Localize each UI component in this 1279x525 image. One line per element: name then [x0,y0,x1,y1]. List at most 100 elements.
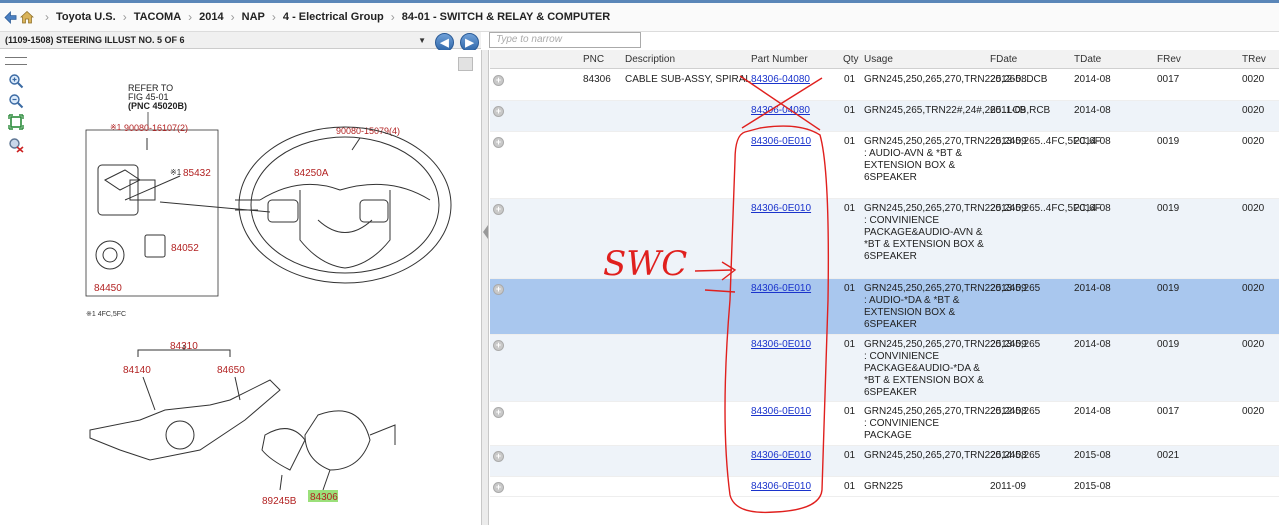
panel-splitter[interactable] [481,50,489,525]
cell-fdate: 2011-09 [990,481,1026,492]
part-number-link[interactable]: 84306-0E010 [751,203,811,215]
breadcrumb: › Toyota U.S. › TACOMA › 2014 › NAP › 4 - Electri… [38,10,610,24]
cell-tdate: 2014-08 [1074,74,1111,85]
breadcrumb-item[interactable]: › NAP [224,10,265,24]
cell-trev: 0020 [1242,339,1265,350]
col-description[interactable]: Description [625,54,675,65]
cell-tdate: 2014-08 [1074,283,1111,294]
expand-row-icon[interactable]: + [493,482,504,493]
cell-fdate: 2013-09 [990,339,1027,350]
col-usage[interactable]: Usage [864,54,893,65]
breadcrumb-item[interactable]: › 84-01 - SWITCH & RELAY & COMPUTER [384,10,610,24]
part-number-link[interactable]: 84306-0E010 [751,481,811,493]
cell-qty: 01 [844,74,856,85]
col-trev[interactable]: TRev [1242,54,1266,65]
table-row[interactable]: +84306 CABLE SUB-ASSY, SPIRAL 84306-04080 0… [490,70,1279,101]
part-label-84650[interactable]: 84650 [217,365,245,376]
cell-description: CABLE SUB-ASSY, SPIRAL [625,74,751,85]
cell-frev: 0019 [1157,339,1180,350]
part-number-link[interactable]: 84306-0E010 [751,450,811,462]
table-row[interactable]: +84306-0E010 01 GRN225 2011-09 2015-08 [490,477,1279,497]
cell-fdate: 2013-09 [990,283,1027,294]
expand-row-icon[interactable]: + [493,204,504,215]
cell-frev: 0017 [1157,74,1180,85]
expand-row-icon[interactable]: + [493,75,504,86]
cell-trev: 0020 [1242,203,1265,214]
parts-table: PNC Description Part Number Qty Usage FD… [490,50,1279,525]
cell-trev: 0020 [1242,74,1265,85]
cell-usage: GRN245,250,265,270,TRN225,245,265 : CONV… [864,406,1041,441]
cell-usage: GRN245,250,265,270,TRN225,245,265 : AUDI… [864,283,1041,330]
cell-trev: 0020 [1242,105,1265,116]
part-label-84450[interactable]: 84450 [94,283,122,294]
col-part-number[interactable]: Part Number [751,54,808,65]
chevron-right-icon: › [390,10,395,24]
table-row[interactable]: +84306-04080 01 GRN245,265,TRN22#,24#,265.… [490,101,1279,132]
cell-frev: 0019 [1157,136,1180,147]
part-number-link[interactable]: 84306-0E010 [751,136,811,148]
table-row[interactable]: +84306-0E010 01 GRN245,250,265,270,TRN225,… [490,335,1279,402]
cell-qty: 01 [844,105,856,116]
breadcrumb-item[interactable]: › TACOMA [116,10,181,24]
cell-usage: GRN245,265,TRN22#,24#,265..LCB,RCB [864,105,1051,116]
col-pnc[interactable]: PNC [583,54,604,65]
cell-frev: 0021 [1157,450,1180,461]
cell-tdate: 2014-08 [1074,406,1111,417]
cell-fdate: 2011-09 [990,105,1026,116]
part-number-link[interactable]: 84306-04080 [751,74,810,86]
cell-trev: 0020 [1242,406,1265,417]
table-row[interactable]: +84306-0E010 01 GRN245,250,265,270,TRN225,… [490,132,1279,199]
part-number-link[interactable]: 84306-0E010 [751,283,811,295]
part-label-84306[interactable]: 84306 [310,492,338,503]
part-number-link[interactable]: 84306-04080 [751,105,810,117]
breadcrumb-label: 84-01 - SWITCH & RELAY & COMPUTER [401,11,611,23]
part-number-link[interactable]: 84306-0E010 [751,339,811,351]
col-tdate[interactable]: TDate [1074,54,1101,65]
col-qty[interactable]: Qty [843,54,859,65]
cell-frev: 0019 [1157,203,1180,214]
table-row[interactable]: +84306-0E010 01 GRN245,250,265,270,TRN225,… [490,446,1279,477]
arrow-left-icon: ◀ [440,37,449,49]
illustration-header: (1109-1508) STEERING ILLUST NO. 5 OF 6 ▼ [0,32,481,49]
cell-tdate: 2015-08 [1074,481,1111,492]
table-row[interactable]: +84306-0E010 01 GRN245,250,265,270,TRN225,… [490,199,1279,279]
illustration-select-value: (1109-1508) STEERING ILLUST NO. 5 OF 6 [5,35,185,45]
home-icon[interactable] [20,10,34,24]
collapse-arrow-icon[interactable] [483,225,488,239]
nav-back-icon[interactable] [4,10,17,24]
breadcrumb-item[interactable]: › 2014 [181,10,223,24]
cell-qty: 01 [844,283,856,294]
table-row[interactable]: +84306-0E010 01 GRN245,250,265,270,TRN225,… [490,402,1279,446]
cell-trev: 0020 [1242,136,1265,147]
part-label-84250A[interactable]: 84250A [294,168,329,179]
expand-row-icon[interactable]: + [493,284,504,295]
part-label-85432[interactable]: 85432 [183,168,211,179]
cell-qty: 01 [844,136,856,147]
breadcrumb-item[interactable]: › Toyota U.S. [38,10,116,24]
expand-row-icon[interactable]: + [493,451,504,462]
cell-tdate: 2014-08 [1074,136,1111,147]
cell-qty: 01 [844,406,856,417]
expand-row-icon[interactable]: + [493,106,504,117]
cell-fdate: 2014-08 [990,450,1027,461]
col-frev[interactable]: FRev [1157,54,1181,65]
breadcrumb-label: NAP [241,11,265,23]
expand-row-icon[interactable]: + [493,340,504,351]
part-number-link[interactable]: 84306-0E010 [751,406,811,418]
illustration-select[interactable]: (1109-1508) STEERING ILLUST NO. 5 OF 6 ▼ [5,32,430,48]
expand-row-icon[interactable]: + [493,407,504,418]
part-label-90080-16107[interactable]: 90080-16107(2) [124,123,188,133]
expand-row-icon[interactable]: + [493,137,504,148]
cell-tdate: 2015-08 [1074,450,1111,461]
cell-qty: 01 [844,203,856,214]
breadcrumb-item[interactable]: › 4 - Electrical Group [265,10,384,24]
narrow-input[interactable]: Type to narrow [489,32,641,48]
cell-usage: GRN245,250,265,270,TRN225,245,265..4FC,5… [864,136,1101,183]
part-label-84140[interactable]: 84140 [123,365,151,376]
narrow-placeholder: Type to narrow [496,34,562,45]
part-label-84052[interactable]: 84052 [171,243,199,254]
col-fdate[interactable]: FDate [990,54,1017,65]
part-label-89245B[interactable]: 89245B [262,496,297,507]
table-row[interactable]: +84306-0E010 01 GRN245,250,265,270,TRN225,… [490,279,1279,335]
cell-fdate: 2013-09 [990,136,1027,147]
